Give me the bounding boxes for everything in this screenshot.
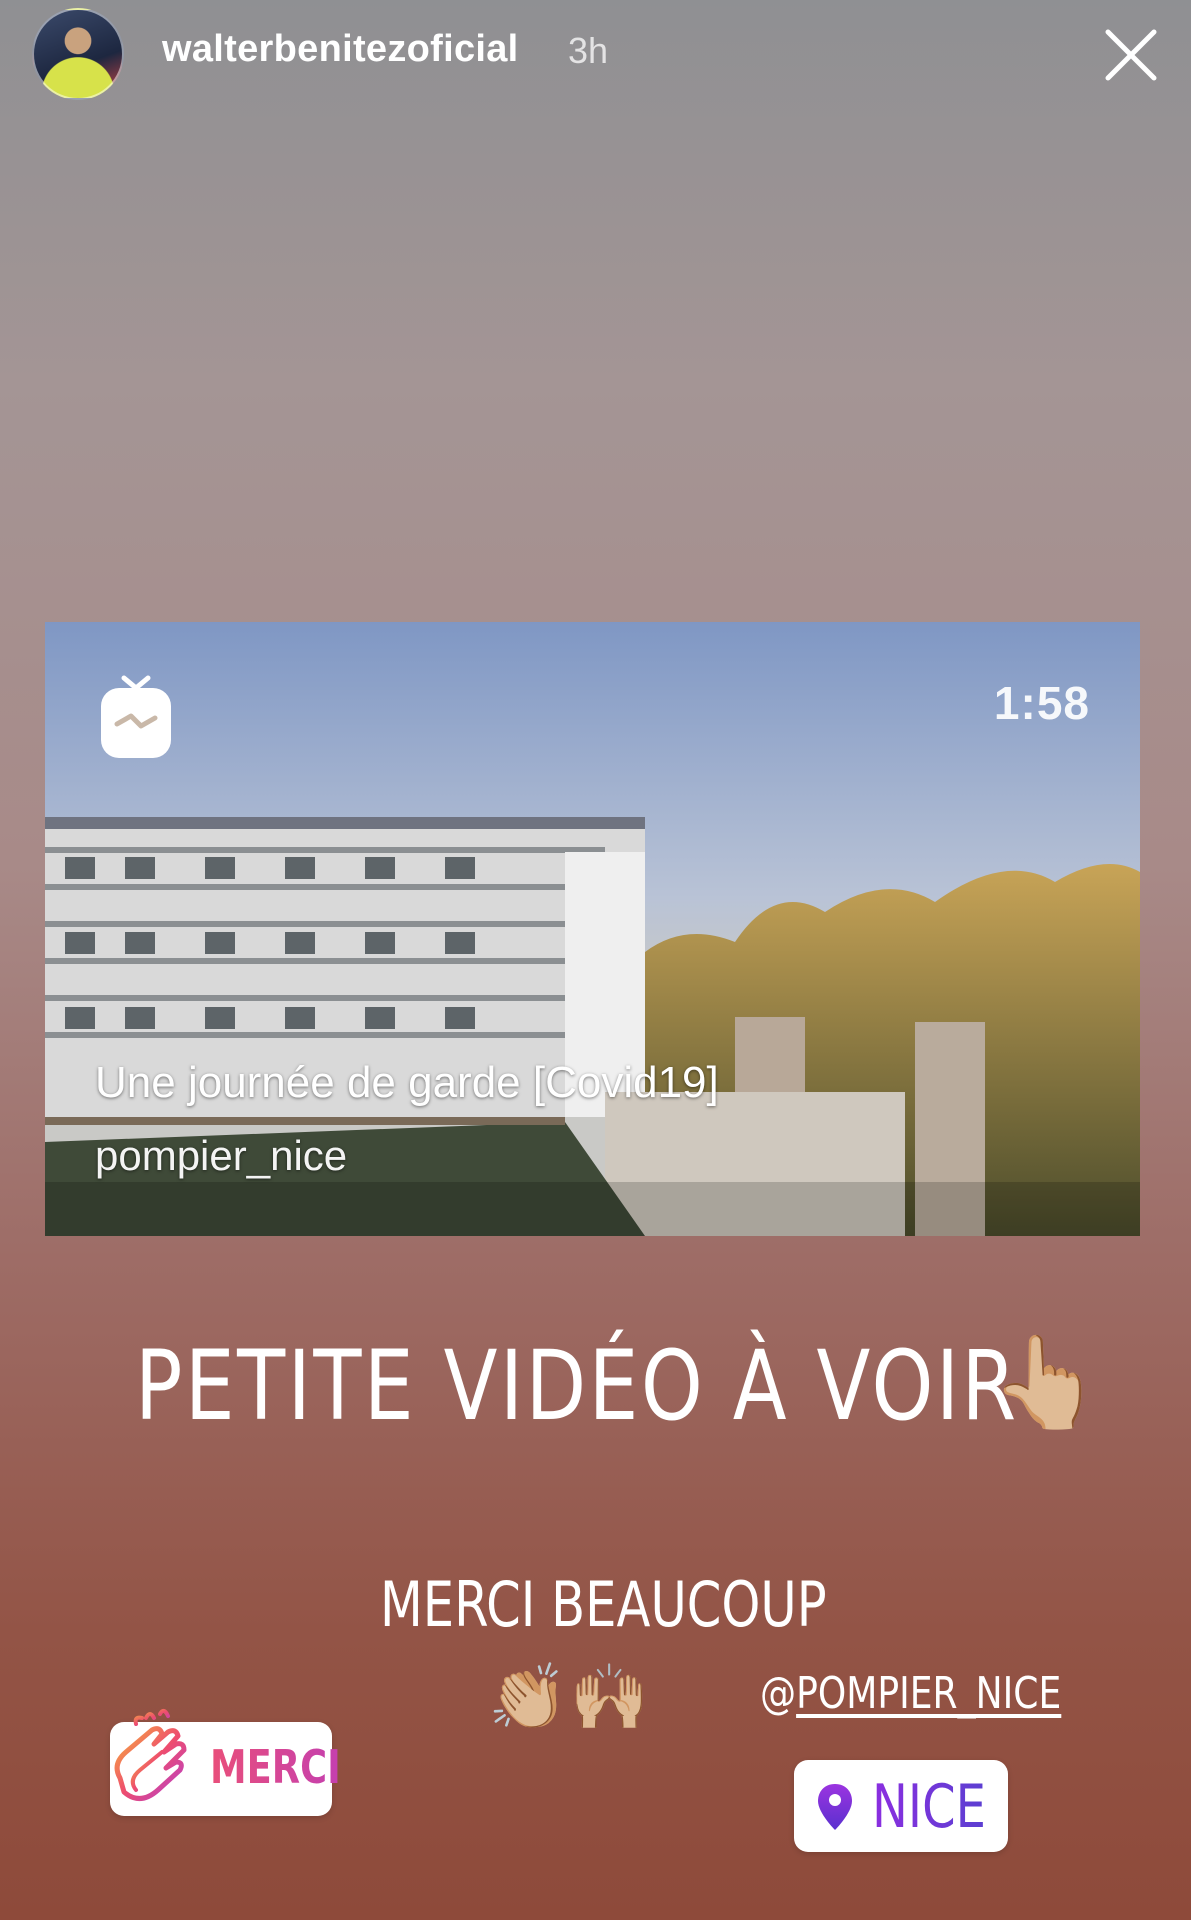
location-pin-icon: [818, 1784, 852, 1830]
mention-prefix: @: [760, 1668, 797, 1719]
close-icon: [1105, 29, 1157, 81]
video-author[interactable]: pompier_nice: [95, 1132, 347, 1180]
igtv-icon: [101, 675, 171, 758]
clap-emojis: 👏🏼🙌🏼: [488, 1661, 652, 1733]
pointing-up-emoji: 👆🏼: [990, 1333, 1103, 1433]
close-button[interactable]: [1100, 24, 1162, 86]
story-header: walterbenitezoficial 3h: [0, 0, 1191, 110]
igtv-video-card[interactable]: 1:58 Une journée de garde [Covid19] pomp…: [45, 622, 1140, 1236]
video-title: Une journée de garde [Covid19]: [95, 1058, 719, 1107]
video-duration: 1:58: [993, 677, 1090, 729]
location-label: NICE: [872, 1772, 986, 1842]
clapping-hands-icon: [114, 1709, 187, 1801]
thanks-text: MERCI BEAUCOUP: [380, 1568, 827, 1641]
merci-sticker-label: MERCI: [210, 1740, 341, 1794]
headline-text: PETITE VIDÉO À VOIR: [135, 1330, 1019, 1442]
timestamp: 3h: [568, 30, 609, 71]
story-headline: PETITE VIDÉO À VOIR: [135, 1330, 1019, 1442]
mention-name: POMPIER_NICE: [796, 1668, 1062, 1719]
username[interactable]: walterbenitezoficial: [162, 28, 519, 71]
mention-tag[interactable]: @POMPIER_NICE: [760, 1668, 1061, 1719]
merci-sticker[interactable]: MERCI: [110, 1709, 341, 1816]
location-sticker[interactable]: NICE: [794, 1760, 1008, 1852]
avatar[interactable]: [32, 8, 124, 100]
